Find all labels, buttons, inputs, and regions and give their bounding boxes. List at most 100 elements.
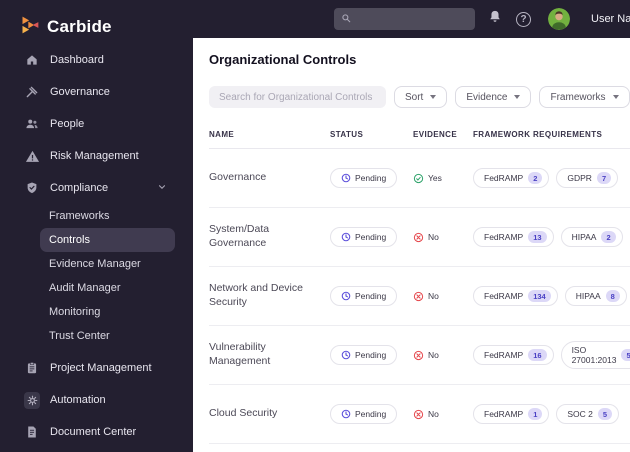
column-header-status: Status	[330, 130, 364, 139]
global-search[interactable]	[334, 8, 475, 30]
gear-icon	[24, 391, 40, 409]
control-name: Cloud Security	[209, 407, 278, 420]
sidebar-item-label: Dashboard	[50, 54, 104, 66]
status-badge[interactable]: Pending	[330, 404, 398, 424]
framework-count-badge: 5	[597, 408, 613, 420]
framework-count-badge: 7	[596, 172, 612, 184]
document-icon	[24, 424, 40, 440]
sidebar-item-label: Governance	[50, 86, 110, 98]
framework-pill[interactable]: HIPAA 2	[560, 227, 623, 247]
clock-icon	[341, 409, 351, 419]
help-icon[interactable]	[516, 11, 531, 27]
table-row[interactable]: Vulnerability Management Pending No FedR…	[209, 326, 630, 385]
compliance-submenu: Frameworks Controls Evidence Manager Aud…	[0, 204, 193, 348]
clock-icon	[341, 173, 351, 183]
framework-pill[interactable]: SOC 2 5	[556, 404, 620, 424]
framework-count-badge: 1	[528, 408, 543, 420]
column-header-name: Name	[209, 130, 235, 139]
x-circle-icon	[413, 409, 424, 419]
framework-pill[interactable]: FedRAMP 2	[473, 168, 550, 188]
sidebar-item-label: Risk Management	[50, 150, 139, 162]
status-badge[interactable]: Pending	[330, 345, 398, 365]
status-badge[interactable]: Pending	[330, 168, 398, 188]
brand-logo[interactable]: Carbide	[0, 10, 193, 44]
topbar: User Name	[193, 0, 630, 38]
sidebar: Carbide Dashboard Governance People Risk…	[0, 0, 193, 452]
evidence-status: No	[413, 409, 473, 420]
sidebar-item-label: People	[50, 118, 85, 130]
sidebar-item-frameworks[interactable]: Frameworks	[40, 204, 175, 228]
sidebar-nav: Dashboard Governance People Risk Managem…	[0, 44, 193, 448]
table-header: Name Status Evidence Framework Requireme…	[209, 130, 630, 149]
sidebar-item-trust-center[interactable]: Trust Center	[40, 324, 175, 348]
x-circle-icon	[413, 291, 424, 301]
framework-pill[interactable]: FedRAMP 1	[473, 404, 550, 424]
framework-count-badge: 2	[601, 231, 616, 243]
gavel-icon	[24, 84, 40, 100]
clock-icon	[341, 232, 351, 242]
caret-down-icon	[430, 95, 437, 99]
status-badge[interactable]: Pending	[330, 286, 398, 306]
evidence-status: No	[413, 291, 473, 302]
status-badge[interactable]: Pending	[330, 227, 398, 247]
chevron-down-icon[interactable]	[157, 179, 167, 197]
content-panel: Organizational Controls Sort Evidence Fr…	[193, 38, 630, 452]
clipboard-icon	[24, 360, 40, 376]
sidebar-item-project-management[interactable]: Project Management	[0, 352, 193, 384]
sidebar-item-risk-management[interactable]: Risk Management	[0, 140, 193, 172]
avatar[interactable]	[548, 8, 570, 30]
sidebar-item-label: Compliance	[50, 182, 109, 194]
framework-count-badge: 5	[621, 349, 630, 361]
evidence-dropdown[interactable]: Evidence	[455, 86, 532, 108]
framework-pill[interactable]: FedRAMP 134	[473, 286, 558, 306]
sort-dropdown[interactable]: Sort	[394, 86, 448, 108]
warning-triangle-icon	[24, 148, 40, 164]
x-circle-icon	[413, 350, 424, 360]
clock-icon	[341, 291, 351, 301]
filter-toolbar: Sort Evidence Frameworks	[209, 86, 630, 108]
sidebar-item-automation[interactable]: Automation	[0, 384, 193, 416]
sidebar-item-people[interactable]: People	[0, 108, 193, 140]
column-header-evidence: Evidence	[413, 130, 458, 139]
sidebar-item-governance[interactable]: Governance	[0, 76, 193, 108]
framework-pill[interactable]: HIPAA 8	[564, 286, 627, 306]
clock-icon	[341, 350, 351, 360]
framework-count-badge: 2	[528, 172, 543, 184]
main-area: User Name Organizational Controls Sort E…	[193, 0, 630, 452]
sidebar-lower: Project Management Automation Document C…	[0, 352, 193, 448]
check-circle-icon	[413, 173, 424, 183]
global-search-input[interactable]	[356, 13, 468, 25]
user-name[interactable]: User Name	[591, 13, 630, 25]
sidebar-item-audit-manager[interactable]: Audit Manager	[40, 276, 175, 300]
brand-name: Carbide	[47, 17, 112, 36]
framework-count-badge: 13	[528, 231, 547, 243]
bell-icon[interactable]	[487, 9, 503, 30]
caret-down-icon	[514, 95, 521, 99]
column-header-framework-requirements: Framework Requirements	[473, 130, 603, 139]
controls-search-input[interactable]	[209, 86, 386, 108]
control-name: System/Data Governance	[209, 223, 270, 249]
framework-pill[interactable]: ISO 27001:2013 5	[560, 341, 630, 369]
framework-pill[interactable]: FedRAMP 16	[473, 345, 554, 365]
sidebar-item-controls[interactable]: Controls	[40, 228, 175, 252]
table-row[interactable]: Network and Device Security Pending No F…	[209, 267, 630, 326]
shield-check-icon	[24, 180, 40, 196]
sidebar-item-compliance[interactable]: Compliance	[0, 172, 193, 204]
table-row[interactable]: Governance Pending Yes FedRAMP 2 GDPR 7	[209, 149, 630, 208]
people-icon	[24, 116, 40, 132]
x-circle-icon	[413, 232, 424, 242]
sidebar-item-monitoring[interactable]: Monitoring	[40, 300, 175, 324]
table-row[interactable]: System/Data Governance Pending No FedRAM…	[209, 208, 630, 267]
framework-pill[interactable]: GDPR 7	[556, 168, 619, 188]
control-name: Vulnerability Management	[209, 341, 271, 367]
sidebar-item-evidence-manager[interactable]: Evidence Manager	[40, 252, 175, 276]
app-window: Carbide Dashboard Governance People Risk…	[0, 0, 630, 452]
evidence-status: Yes	[413, 173, 473, 184]
sidebar-item-dashboard[interactable]: Dashboard	[0, 44, 193, 76]
table-row[interactable]: Cloud Security Pending No FedRAMP 1 SOC …	[209, 385, 630, 444]
frameworks-dropdown[interactable]: Frameworks	[539, 86, 630, 108]
sidebar-item-document-center[interactable]: Document Center	[0, 416, 193, 448]
framework-pill[interactable]: FedRAMP 13	[473, 227, 554, 247]
home-icon	[24, 52, 40, 68]
search-icon	[341, 10, 351, 28]
